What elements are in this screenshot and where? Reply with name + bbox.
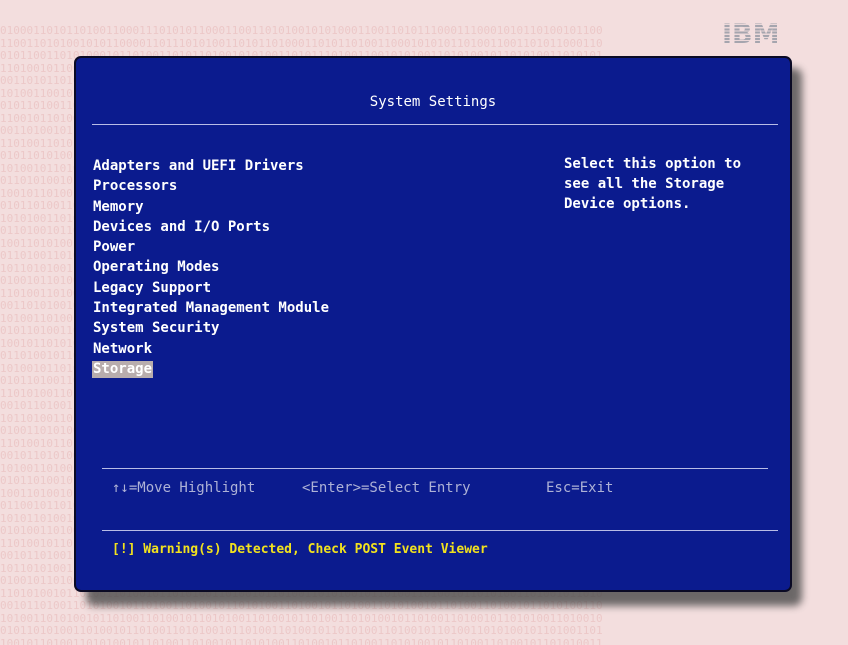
page-title: System Settings [369,94,497,110]
menu-item-label: Network [93,340,153,357]
menu-item-memory[interactable]: Memory [92,197,330,217]
binary-row: 1001011010011010100101101001101001011010… [0,637,603,645]
menu-item-label: Processors [93,178,178,195]
ibm-logo-text: IBM [722,19,780,50]
ibm-logo: IBM [722,19,782,50]
menu-item-integrated-management-module[interactable]: Integrated Management Module [92,298,330,318]
menu-item-power[interactable]: Power [92,237,330,257]
binary-row: 0101101010011010010110100110101001011010… [0,625,603,637]
menu-item-storage[interactable]: Storage [92,359,330,379]
menu-item-processors[interactable]: Processors [92,176,330,196]
settings-menu: Adapters and UEFI Drivers Processors Mem… [92,156,330,379]
menu-item-label: Power [93,239,136,256]
select-entry-hint: <Enter>=Select Entry [302,480,471,496]
menu-item-devices-io-ports[interactable]: Devices and I/O Ports [92,217,330,237]
menu-item-label: Legacy Support [93,279,212,296]
menu-item-label: Integrated Management Module [93,300,330,317]
menu-item-label: Memory [93,198,144,215]
menu-item-label: System Security [93,320,220,337]
setup-panel: System Settings Adapters and UEFI Driver… [74,56,792,592]
menu-item-label: Adapters and UEFI Drivers [93,158,304,174]
menu-item-adapters-uefi-drivers[interactable]: Adapters and UEFI Drivers [92,156,330,176]
menu-item-label: Operating Modes [93,259,220,276]
menu-item-system-security[interactable]: System Security [92,318,330,338]
binary-row: 1010011010100101101001101001011010100110… [0,612,603,625]
menu-item-network[interactable]: Network [92,339,330,359]
help-line: see all the Storage [564,176,725,192]
menu-item-label: Devices and I/O Ports [93,218,271,235]
status-divider [102,530,778,531]
footer-divider [102,468,768,469]
help-line: Select this option to [564,156,742,172]
move-highlight-hint: ↑↓=Move Highlight [112,480,256,496]
post-warning-message: [!] Warning(s) Detected, Check POST Even… [112,542,488,557]
menu-item-legacy-support[interactable]: Legacy Support [92,278,330,298]
exit-hint: Esc=Exit [546,480,614,496]
help-text: Select this option to see all the Storag… [564,154,774,214]
binary-row: 1100110101001010110000110111010100110101… [0,37,603,50]
help-line: Device options. [564,196,691,212]
menu-item-label-highlighted: Storage [92,360,154,378]
menu-item-operating-modes[interactable]: Operating Modes [92,257,330,277]
binary-row: 0100011010110100110001110101011000110011… [0,25,603,37]
title-divider [92,124,778,125]
